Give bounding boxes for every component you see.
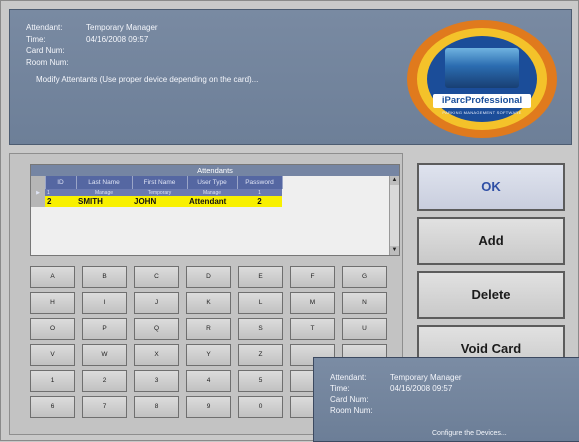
key-y[interactable]: Y: [186, 344, 231, 366]
key-o[interactable]: O: [30, 318, 75, 340]
cell-first-name[interactable]: Temporary: [132, 189, 187, 196]
logo-brand-text: iParcProfessional: [433, 94, 531, 108]
key-w[interactable]: W: [82, 344, 127, 366]
cell-password[interactable]: 1: [237, 189, 282, 196]
column-header-password[interactable]: Password: [237, 176, 283, 189]
key-3[interactable]: 3: [134, 370, 179, 392]
cell-user-type[interactable]: Attendant: [187, 196, 237, 207]
time-value: 04/16/2008 09:57: [86, 34, 149, 44]
room-num-label: Room Num:: [26, 57, 69, 67]
key-k[interactable]: K: [186, 292, 231, 314]
cell-user-type[interactable]: Manage: [187, 189, 237, 196]
time-label: Time:: [26, 34, 46, 44]
attendant-value: Temporary Manager: [390, 373, 462, 382]
key-h[interactable]: H: [30, 292, 75, 314]
table-row[interactable]: 2 SMITH JOHN Attendant 2: [31, 196, 282, 207]
cell-id[interactable]: 2: [45, 196, 76, 207]
column-header-user-type[interactable]: User Type: [187, 176, 238, 189]
add-button[interactable]: Add: [417, 217, 565, 265]
logo-subtitle: PARKING MANAGEMENT SOFTWARE: [442, 110, 522, 115]
key-m[interactable]: M: [290, 292, 335, 314]
attendant-value: Temporary Manager: [86, 23, 158, 32]
table-row[interactable]: ▶ 1 Manage Temporary Manage 1: [31, 189, 282, 196]
key-s[interactable]: S: [238, 318, 283, 340]
key-j[interactable]: J: [134, 292, 179, 314]
cell-last-name[interactable]: SMITH: [76, 196, 132, 207]
key-t[interactable]: T: [290, 318, 335, 340]
key-8[interactable]: 8: [134, 396, 179, 418]
key-g[interactable]: G: [342, 266, 387, 288]
attendants-window: Attendant: Temporary Manager Time: 04/16/2…: [0, 0, 579, 442]
cell-first-name[interactable]: JOHN: [132, 196, 187, 207]
configure-devices-dialog: Attendant: Temporary Manager Time: 04/16/2…: [313, 357, 579, 442]
key-p[interactable]: P: [82, 318, 127, 340]
cell-last-name[interactable]: Manage: [76, 189, 132, 196]
key-r[interactable]: R: [186, 318, 231, 340]
column-header-first-name[interactable]: First Name: [132, 176, 188, 189]
key-c[interactable]: C: [134, 266, 179, 288]
dialog-status-message: Configure the Devices...: [432, 430, 507, 437]
key-n[interactable]: N: [342, 292, 387, 314]
scroll-down-icon[interactable]: ▼: [390, 246, 399, 255]
column-header-id[interactable]: ID: [45, 176, 77, 189]
key-e[interactable]: E: [238, 266, 283, 288]
key-v[interactable]: V: [30, 344, 75, 366]
column-header-last-name[interactable]: Last Name: [76, 176, 133, 189]
key-4[interactable]: 4: [186, 370, 231, 392]
key-d[interactable]: D: [186, 266, 231, 288]
key-f[interactable]: F: [290, 266, 335, 288]
key-2[interactable]: 2: [82, 370, 127, 392]
key-z[interactable]: Z: [238, 344, 283, 366]
row-selector-icon[interactable]: [31, 196, 45, 207]
header-panel: Attendant: Temporary Manager Time: 04/16/2…: [9, 9, 572, 145]
grid-scrollbar[interactable]: ▲ ▼: [389, 176, 399, 255]
cell-id[interactable]: 1: [45, 189, 76, 196]
key-7[interactable]: 7: [82, 396, 127, 418]
dialog-session-info: Attendant: Temporary Manager Time: 04/16/2…: [330, 372, 462, 416]
time-label: Time:: [330, 384, 350, 393]
iparc-logo: iParcProfessional PARKING MANAGEMENT SOF…: [393, 20, 557, 138]
time-value: 04/16/2008 09:57: [390, 384, 453, 393]
key-5[interactable]: 5: [238, 370, 283, 392]
cell-password[interactable]: 2: [237, 196, 282, 207]
row-header-corner: [31, 176, 46, 189]
attendants-table: ID Last Name First Name User Type Passwo…: [31, 176, 283, 207]
key-i[interactable]: I: [82, 292, 127, 314]
key-0[interactable]: 0: [238, 396, 283, 418]
logo-skyline-image: [445, 48, 519, 88]
key-l[interactable]: L: [238, 292, 283, 314]
room-num-label: Room Num:: [330, 406, 373, 415]
key-a[interactable]: A: [30, 266, 75, 288]
key-b[interactable]: B: [82, 266, 127, 288]
attendant-label: Attendant:: [330, 373, 367, 382]
card-num-label: Card Num:: [330, 395, 369, 404]
delete-button[interactable]: Delete: [417, 271, 565, 319]
grid-title: Attendants: [31, 165, 399, 176]
key-9[interactable]: 9: [186, 396, 231, 418]
card-num-label: Card Num:: [26, 46, 65, 55]
attendant-label: Attendant:: [26, 23, 63, 32]
key-6[interactable]: 6: [30, 396, 75, 418]
row-selector-icon[interactable]: ▶: [31, 189, 45, 196]
key-u[interactable]: U: [342, 318, 387, 340]
attendants-grid: Attendants ID Last Name First Name User …: [30, 164, 400, 256]
session-info: Attendant: Temporary Manager Time: 04/16/2…: [26, 22, 258, 86]
ok-button[interactable]: OK: [417, 163, 565, 211]
scroll-up-icon[interactable]: ▲: [390, 176, 399, 185]
status-message: Modify Attentants (Use proper device dep…: [36, 75, 259, 84]
key-1[interactable]: 1: [30, 370, 75, 392]
key-x[interactable]: X: [134, 344, 179, 366]
key-q[interactable]: Q: [134, 318, 179, 340]
